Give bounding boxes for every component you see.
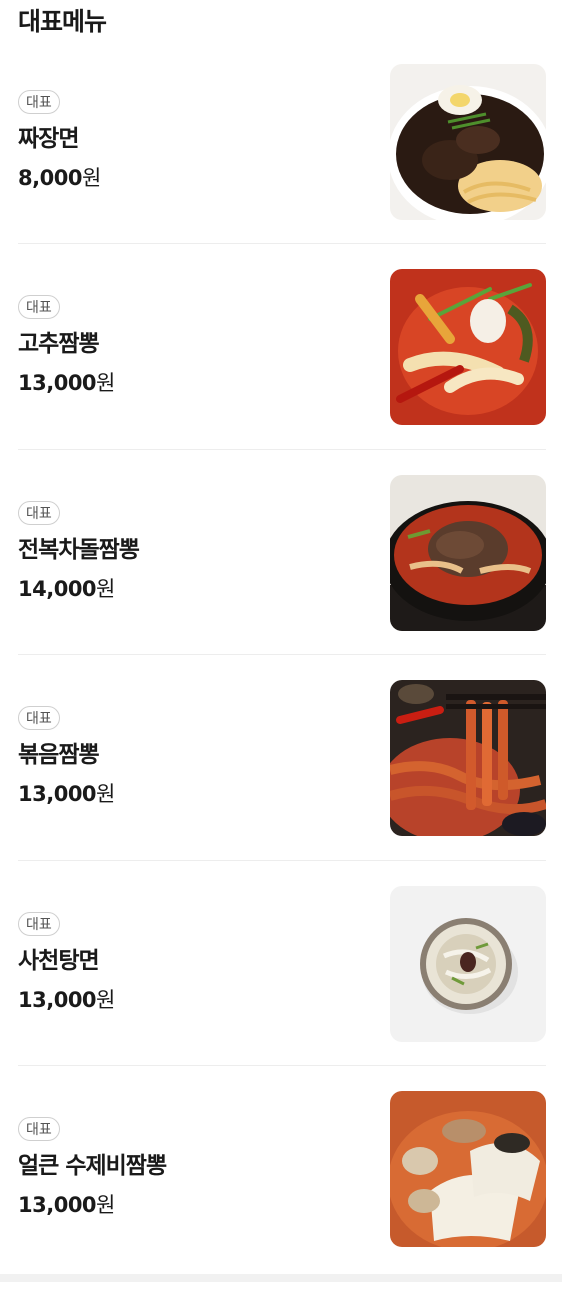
- menu-item[interactable]: 대표 사천탕면 13,000원: [0, 885, 562, 1091]
- item-divider: [18, 859, 546, 861]
- price-unit: 원: [81, 166, 102, 190]
- menu-item[interactable]: 대표 전복차돌짬뽕 14,000원: [0, 474, 562, 680]
- price-unit: 원: [96, 371, 116, 396]
- abalone-brisket-jjamppong-photo[interactable]: [390, 474, 546, 631]
- menu-item[interactable]: 대표 볶음짬뽕 13,000원: [0, 680, 562, 885]
- menu-name: 전복차돌짬뽕: [18, 536, 140, 563]
- jajangmyeon-photo[interactable]: [390, 64, 546, 220]
- menu-price: 14,000원: [18, 574, 115, 604]
- signature-badge: 대표: [18, 706, 60, 731]
- price-amount: 14,000: [18, 576, 97, 601]
- item-divider: [18, 243, 546, 245]
- item-divider: [18, 654, 546, 656]
- menu-item[interactable]: 대표 얼큰 수제비짬뽕 13,000원: [0, 1090, 562, 1296]
- menu-item[interactable]: 대표 짜장면 8,000원: [0, 64, 562, 269]
- menu-name: 고추짬뽕: [18, 331, 100, 358]
- menu-item[interactable]: 대표 고추짬뽕 13,000원: [0, 269, 562, 474]
- menu-price: 13,000원: [18, 779, 115, 809]
- signature-badge: 대표: [18, 295, 60, 320]
- price-amount: 13,000: [18, 782, 97, 807]
- price-amount: 8,000: [18, 166, 82, 190]
- item-divider: [18, 448, 546, 450]
- sujebi-jjamppong-photo[interactable]: [390, 1090, 546, 1247]
- pepper-jjamppong-photo[interactable]: [390, 269, 546, 426]
- price-unit: 원: [96, 576, 116, 601]
- item-divider: [18, 1064, 546, 1066]
- signature-badge: 대표: [18, 1116, 60, 1141]
- menu-price: 13,000원: [18, 1190, 115, 1220]
- menu-name: 사천탕면: [18, 947, 100, 974]
- section-title: 대표메뉴: [18, 7, 107, 36]
- stirfried-jjamppong-photo[interactable]: [390, 680, 546, 837]
- price-unit: 원: [96, 782, 116, 807]
- signature-badge: 대표: [18, 911, 60, 936]
- menu-name: 볶음짬뽕: [18, 742, 100, 769]
- signature-badge: 대표: [18, 500, 60, 525]
- signature-badge: 대표: [18, 90, 60, 114]
- sichuan-tangmyeon-photo[interactable]: [390, 885, 546, 1042]
- price-amount: 13,000: [18, 987, 97, 1012]
- menu-price: 13,000원: [18, 368, 115, 398]
- menu-price: 8,000원: [18, 163, 101, 193]
- price-amount: 13,000: [18, 1192, 97, 1217]
- price-unit: 원: [96, 987, 116, 1012]
- price-unit: 원: [96, 1192, 116, 1217]
- bottom-separator: [0, 1274, 562, 1282]
- menu-name: 얼큰 수제비짬뽕: [18, 1152, 167, 1179]
- menu-name: 짜장면: [18, 126, 79, 152]
- menu-price: 13,000원: [18, 985, 115, 1015]
- price-amount: 13,000: [18, 371, 97, 396]
- menu-list: 대표 짜장면 8,000원 대표 고추짬뽕 13,000원 대표 전복차돌짬뽕 …: [0, 64, 562, 1296]
